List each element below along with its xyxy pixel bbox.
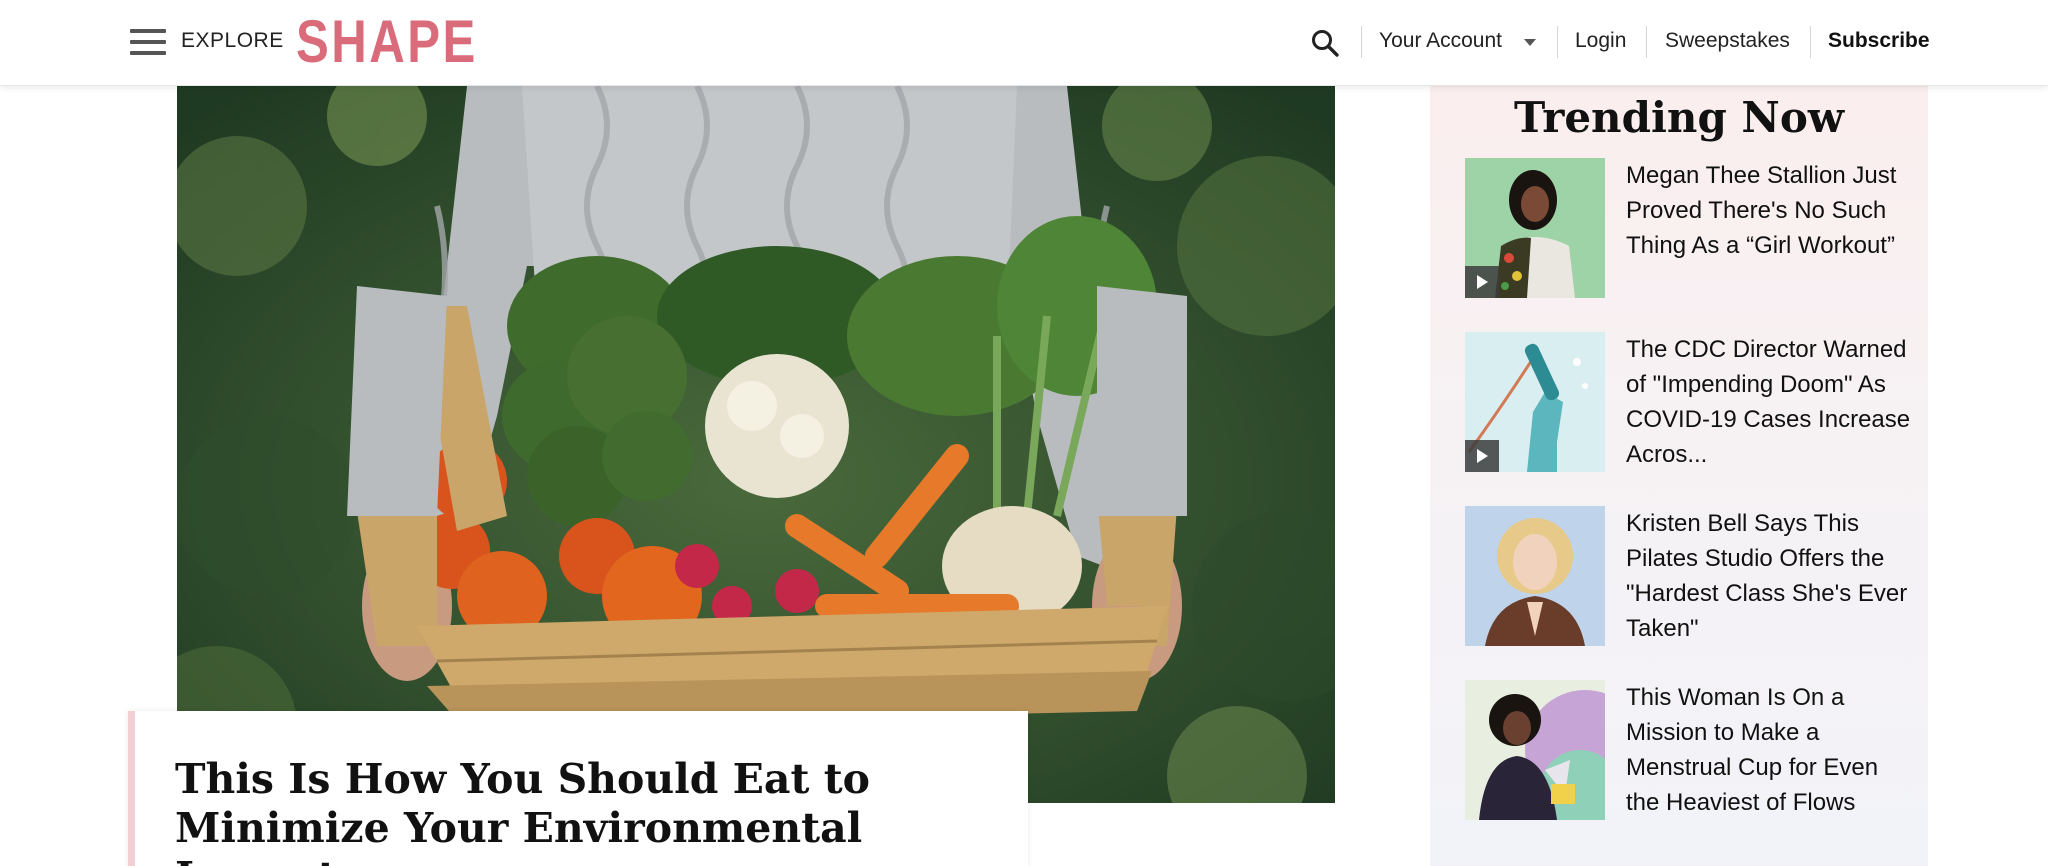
trending-thumbnail[interactable]: [1465, 332, 1605, 472]
explore-link[interactable]: EXPLORE: [181, 29, 284, 53]
hero-image[interactable]: [177, 86, 1335, 803]
your-account-link[interactable]: Your Account: [1379, 29, 1502, 53]
trending-item[interactable]: Kristen Bell Says This Pilates Studio Of…: [1465, 506, 1915, 646]
trending-item-title[interactable]: This Woman Is On a Mission to Make a Men…: [1626, 680, 1916, 820]
hero-vegetable-crate-illustration: [177, 86, 1335, 803]
trending-item[interactable]: This Woman Is On a Mission to Make a Men…: [1465, 680, 1915, 820]
nav-divider: [1646, 26, 1647, 58]
article-headline[interactable]: This Is How You Should Eat to Minimize Y…: [175, 755, 995, 866]
site-header: EXPLORE SHAPE Your Account Login Sweepst…: [0, 0, 2048, 86]
nav-divider: [1361, 26, 1362, 58]
site-logo[interactable]: SHAPE: [296, 6, 478, 78]
nav-divider: [1810, 26, 1811, 58]
subscribe-link[interactable]: Subscribe: [1828, 29, 1930, 53]
trending-title: Trending Now: [1514, 93, 1844, 142]
nav-divider: [1557, 26, 1558, 58]
trending-thumbnail[interactable]: [1465, 506, 1605, 646]
headline-accent-bar: [128, 711, 135, 866]
trending-thumbnail[interactable]: [1465, 680, 1605, 820]
play-icon[interactable]: [1465, 440, 1499, 472]
headline-card: This Is How You Should Eat to Minimize Y…: [128, 711, 1028, 866]
search-icon[interactable]: [1310, 28, 1340, 58]
trending-item-title[interactable]: Kristen Bell Says This Pilates Studio Of…: [1626, 506, 1916, 646]
trending-sidebar: Trending Now Megan Thee Stallion Just Pr…: [1430, 86, 1928, 866]
play-icon[interactable]: [1465, 266, 1499, 298]
chevron-down-icon[interactable]: [1524, 39, 1536, 46]
trending-item[interactable]: The CDC Director Warned of "Impending Do…: [1465, 332, 1915, 472]
trending-item[interactable]: Megan Thee Stallion Just Proved There's …: [1465, 158, 1915, 298]
login-link[interactable]: Login: [1575, 29, 1626, 53]
menu-icon[interactable]: [130, 29, 166, 55]
trending-item-title[interactable]: Megan Thee Stallion Just Proved There's …: [1626, 158, 1916, 263]
sweepstakes-link[interactable]: Sweepstakes: [1665, 29, 1790, 53]
trending-thumbnail[interactable]: [1465, 158, 1605, 298]
trending-item-title[interactable]: The CDC Director Warned of "Impending Do…: [1626, 332, 1916, 472]
